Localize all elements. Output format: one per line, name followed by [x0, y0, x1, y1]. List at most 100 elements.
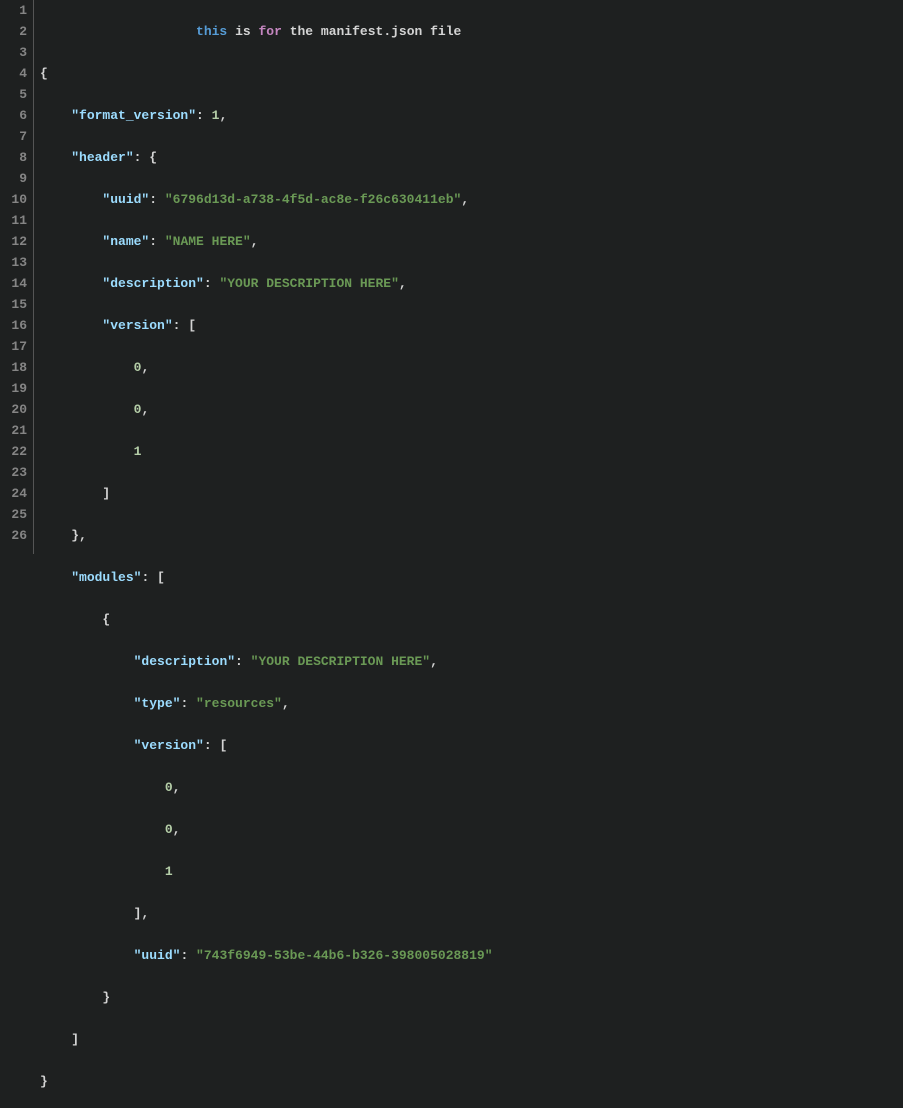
token-bracket: ] — [102, 486, 110, 501]
code-line[interactable]: } — [40, 987, 903, 1008]
line-number: 5 — [8, 84, 27, 105]
code-line[interactable]: "header": { — [40, 147, 903, 168]
token-number: 1 — [165, 864, 173, 879]
token-colon: : — [204, 276, 220, 291]
token-key: "version" — [134, 738, 204, 753]
token-colon: : — [196, 108, 212, 123]
code-line[interactable]: { — [40, 63, 903, 84]
code-line[interactable]: }, — [40, 525, 903, 546]
token-keyword: this — [196, 24, 227, 39]
token-string: "6796d13d-a738-4f5d-ac8e-f26c630411eb" — [165, 192, 461, 207]
line-number: 6 — [8, 105, 27, 126]
token-bracket: ], — [134, 906, 150, 921]
line-number: 21 — [8, 420, 27, 441]
token-string: "743f6949-53be-44b6-b326-398005028819" — [196, 948, 492, 963]
token-string: "YOUR DESCRIPTION HERE" — [251, 654, 430, 669]
line-number: 20 — [8, 399, 27, 420]
token-colon: : [ — [141, 570, 164, 585]
token-key: "uuid" — [102, 192, 149, 207]
code-line[interactable]: 1 — [40, 441, 903, 462]
line-number: 14 — [8, 273, 27, 294]
token-comma: , — [141, 402, 149, 417]
token-plain: is — [235, 24, 251, 39]
token-number: 0 — [165, 780, 173, 795]
code-line[interactable]: "version": [ — [40, 735, 903, 756]
line-number: 23 — [8, 462, 27, 483]
token-brace: { — [102, 612, 110, 627]
token-key: "modules" — [71, 570, 141, 585]
line-number: 13 — [8, 252, 27, 273]
code-line[interactable]: "description": "YOUR DESCRIPTION HERE", — [40, 651, 903, 672]
line-number: 10 — [8, 189, 27, 210]
token-bracket: ] — [71, 1032, 79, 1047]
token-brace: }, — [71, 528, 87, 543]
token-key: "description" — [102, 276, 203, 291]
token-string: "resources" — [196, 696, 282, 711]
code-line[interactable]: "description": "YOUR DESCRIPTION HERE", — [40, 273, 903, 294]
token-brace: { — [40, 66, 48, 81]
code-line[interactable]: 0, — [40, 399, 903, 420]
line-number: 3 — [8, 42, 27, 63]
token-key: "format_version" — [71, 108, 196, 123]
code-line[interactable]: "modules": [ — [40, 567, 903, 588]
token-comma: , — [430, 654, 438, 669]
line-number: 8 — [8, 147, 27, 168]
token-brace: } — [40, 1074, 48, 1089]
token-key: "name" — [102, 234, 149, 249]
code-line[interactable]: "format_version": 1, — [40, 105, 903, 126]
token-key: "type" — [134, 696, 181, 711]
token-colon: : — [149, 192, 165, 207]
token-key: "version" — [102, 318, 172, 333]
token-string: "NAME HERE" — [165, 234, 251, 249]
code-area[interactable]: this is for the manifest.json file { "fo… — [34, 0, 903, 554]
token-colon: : [ — [204, 738, 227, 753]
code-line[interactable]: "type": "resources", — [40, 693, 903, 714]
code-line[interactable]: 0, — [40, 819, 903, 840]
token-colon: : — [235, 654, 251, 669]
line-number: 9 — [8, 168, 27, 189]
code-line[interactable]: "version": [ — [40, 315, 903, 336]
code-line[interactable]: ] — [40, 1029, 903, 1050]
token-key: "description" — [134, 654, 235, 669]
token-comma: , — [173, 780, 181, 795]
line-number: 22 — [8, 441, 27, 462]
token-comma: , — [282, 696, 290, 711]
code-line[interactable]: this is for the manifest.json file — [40, 21, 903, 42]
line-number: 15 — [8, 294, 27, 315]
line-number: 7 — [8, 126, 27, 147]
token-number: 0 — [165, 822, 173, 837]
code-line[interactable]: ], — [40, 903, 903, 924]
line-number: 4 — [8, 63, 27, 84]
token-brace: } — [102, 990, 110, 1005]
code-line[interactable]: 0, — [40, 777, 903, 798]
line-number: 18 — [8, 357, 27, 378]
code-line[interactable]: 1 — [40, 861, 903, 882]
line-number: 2 — [8, 21, 27, 42]
token-keyword: for — [258, 24, 281, 39]
line-number: 1 — [8, 0, 27, 21]
token-comma: , — [173, 822, 181, 837]
code-line[interactable]: } — [40, 1071, 903, 1092]
code-line[interactable]: { — [40, 609, 903, 630]
line-number: 16 — [8, 315, 27, 336]
token-key: "uuid" — [134, 948, 181, 963]
code-line[interactable]: "uuid": "6796d13d-a738-4f5d-ac8e-f26c630… — [40, 189, 903, 210]
code-line[interactable]: 0, — [40, 357, 903, 378]
code-line[interactable]: ] — [40, 483, 903, 504]
token-colon: : — [149, 234, 165, 249]
token-comma: , — [141, 360, 149, 375]
code-line[interactable]: "name": "NAME HERE", — [40, 231, 903, 252]
token-colon: : — [180, 948, 196, 963]
code-editor[interactable]: 1234567891011121314151617181920212223242… — [0, 0, 903, 554]
line-number: 24 — [8, 483, 27, 504]
line-number: 11 — [8, 210, 27, 231]
token-comma: , — [251, 234, 259, 249]
code-line[interactable]: "uuid": "743f6949-53be-44b6-b326-3980050… — [40, 945, 903, 966]
token-string: "YOUR DESCRIPTION HERE" — [219, 276, 398, 291]
token-comma: , — [461, 192, 469, 207]
line-number: 17 — [8, 336, 27, 357]
line-number: 19 — [8, 378, 27, 399]
token-colon: : [ — [173, 318, 196, 333]
token-number: 1 — [134, 444, 142, 459]
token-comma: , — [399, 276, 407, 291]
